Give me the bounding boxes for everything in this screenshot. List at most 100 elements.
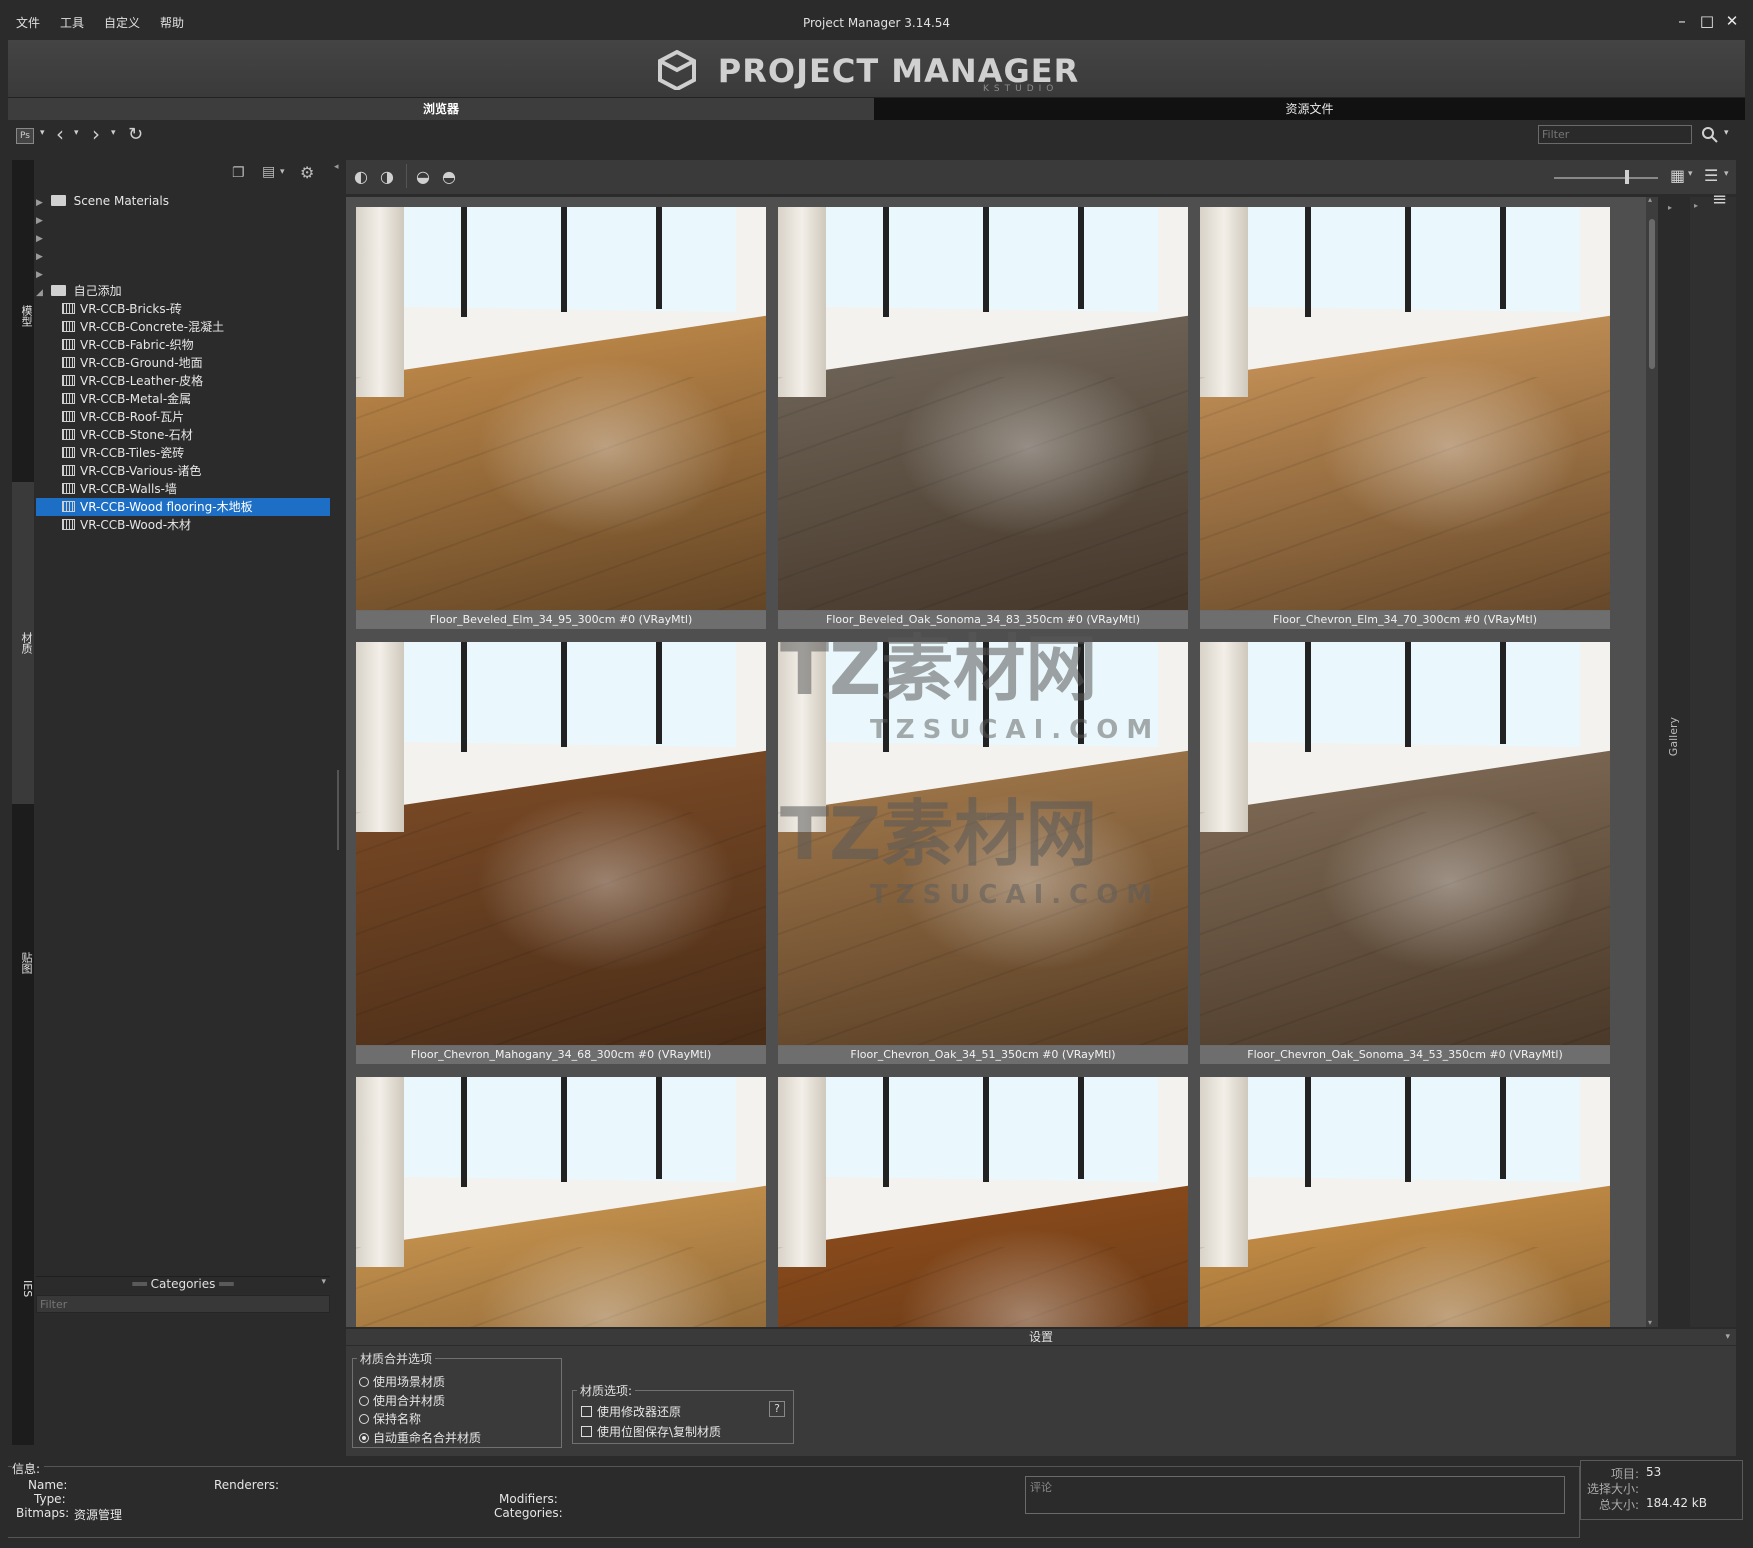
collapse-icon[interactable]: ❐ <box>232 165 245 181</box>
layout-icon[interactable]: ▤ <box>262 164 275 180</box>
side-tab-materials[interactable]: 材质 <box>12 632 34 654</box>
tree-collapsed-node[interactable]: ▶ <box>36 210 43 228</box>
tree-item[interactable]: VR-CCB-Ground-地面 <box>36 354 330 372</box>
checkbox[interactable] <box>581 1426 592 1437</box>
material-thumbnail[interactable]: Floor_Beveled_Elm_34_95_300cm #0 (VRayMt… <box>356 207 766 629</box>
material-thumbnail[interactable]: Floor_Chevron_Elm_34_70_300cm #0 (VRayMt… <box>1200 207 1610 629</box>
total-size-value: 184.42 kB <box>1646 1496 1707 1510</box>
material-thumbnail[interactable] <box>1200 1077 1610 1327</box>
tree-item[interactable]: VR-CCB-Roof-瓦片 <box>36 408 330 426</box>
material-thumbnail[interactable] <box>778 1077 1188 1327</box>
material-thumbnail[interactable]: Floor_Chevron_Oak_Sonoma_34_53_350cm #0 … <box>1200 642 1610 1064</box>
tree-collapsed-node[interactable]: ▶ <box>36 264 43 282</box>
chevron-down-icon[interactable]: ▾ <box>40 128 45 138</box>
tree-root-scene[interactable]: ▶ Scene Materials <box>36 192 169 210</box>
gallery-side-strip[interactable]: ▸ Gallery <box>1662 197 1686 1327</box>
mat-option-0[interactable]: 使用修改器还原 <box>581 1403 681 1420</box>
scrollbar-thumb[interactable] <box>1649 219 1655 369</box>
side-tab-ies[interactable]: IES <box>12 1280 34 1297</box>
tree-item[interactable]: VR-CCB-Fabric-织物 <box>36 336 330 354</box>
close-icon[interactable]: ✕ <box>1722 12 1742 30</box>
side-tab-models[interactable]: 模型 <box>12 305 34 327</box>
tab-browser[interactable]: 浏览器 <box>8 98 874 120</box>
tree-collapsed-node[interactable]: ▶ <box>36 228 43 246</box>
chevron-down-icon[interactable]: ▾ <box>111 128 116 138</box>
checkbox[interactable] <box>581 1406 592 1417</box>
chevron-right-icon[interactable]: ▸ <box>1668 203 1672 212</box>
merge-option-1[interactable]: 使用合并材质 <box>359 1392 445 1409</box>
chevron-right-icon[interactable]: ▶ <box>36 216 43 226</box>
merge-option-2[interactable]: 保持名称 <box>359 1410 421 1427</box>
tree-item[interactable]: VR-CCB-Walls-墙 <box>36 480 330 498</box>
material-thumbnail[interactable]: Floor_Chevron_Oak_34_51_350cm #0 (VRayMt… <box>778 642 1188 1064</box>
categories-filter-input[interactable] <box>36 1295 330 1313</box>
radio-selected[interactable] <box>359 1433 369 1443</box>
photoshop-icon[interactable]: Ps <box>16 128 34 144</box>
chevron-down-icon[interactable]: ▾ <box>1688 169 1693 179</box>
tree-item[interactable]: VR-CCB-Metal-金属 <box>36 390 330 408</box>
comment-field[interactable]: 评论 <box>1025 1476 1565 1514</box>
info-renderers-label: Renderers: <box>214 1478 280 1492</box>
help-button[interactable]: ? <box>769 1401 785 1417</box>
tree-item[interactable]: VR-CCB-Wood flooring-木地板 <box>36 498 330 516</box>
scroll-down-icon[interactable]: ▾ <box>1648 1318 1652 1327</box>
chevron-right-icon[interactable]: ▸ <box>1694 201 1698 210</box>
refresh-icon[interactable]: ↻ <box>128 124 143 145</box>
merge-option-3[interactable]: 自动重命名合并材质 <box>359 1429 481 1446</box>
chevron-down-icon[interactable]: ▾ <box>74 128 79 138</box>
settings-header[interactable]: 设置 ▾ <box>346 1329 1736 1345</box>
apply-selection-icon[interactable]: ◑ <box>380 167 394 186</box>
menu-icon[interactable]: ≡ <box>1712 189 1727 210</box>
gallery-scrollbar[interactable]: ▴ ▾ <box>1646 195 1658 1327</box>
forward-icon[interactable]: › <box>92 122 100 146</box>
chevron-right-icon[interactable]: ▶ <box>36 198 43 208</box>
minimize-icon[interactable]: – <box>1672 12 1692 30</box>
radio[interactable] <box>359 1396 369 1406</box>
tree-item[interactable]: VR-CCB-Wood-木材 <box>36 516 330 534</box>
tree-item[interactable]: VR-CCB-Stone-石材 <box>36 426 330 444</box>
chevron-down-icon[interactable]: ▾ <box>321 1277 326 1287</box>
tree-collapsed-node[interactable]: ▶ <box>36 246 43 264</box>
chevron-right-icon[interactable]: ▶ <box>36 270 43 280</box>
tree-root-custom[interactable]: ◢ 自己添加 <box>36 282 122 300</box>
search-icon[interactable] <box>1701 126 1719 144</box>
zoom-slider-handle[interactable] <box>1625 170 1629 184</box>
material-editor-icon[interactable]: ◒ <box>416 167 430 186</box>
merge-option-0[interactable]: 使用场景材质 <box>359 1373 445 1390</box>
slot-icon[interactable]: ◓ <box>442 167 456 186</box>
gear-icon[interactable]: ⚙ <box>300 163 314 182</box>
scroll-up-icon[interactable]: ▴ <box>1648 195 1652 204</box>
material-thumbnail[interactable] <box>356 1077 766 1327</box>
apply-material-icon[interactable]: ◐ <box>354 167 368 186</box>
sort-icon[interactable]: ☰ <box>1704 166 1718 185</box>
tab-assets[interactable]: 资源文件 <box>874 98 1745 120</box>
chevron-down-icon[interactable]: ▾ <box>1725 1329 1730 1345</box>
radio[interactable] <box>359 1414 369 1424</box>
chevron-down-icon[interactable]: ▾ <box>280 167 285 177</box>
tree-item[interactable]: VR-CCB-Bricks-砖 <box>36 300 330 318</box>
gallery-grid: Floor_Beveled_Elm_34_95_300cm #0 (VRayMt… <box>346 197 1658 1327</box>
zoom-slider[interactable] <box>1554 177 1658 179</box>
radio[interactable] <box>359 1377 369 1387</box>
mat-option-1[interactable]: 使用位图保存\复制材质 <box>581 1423 721 1440</box>
search-input[interactable] <box>1538 125 1692 144</box>
maximize-icon[interactable]: □ <box>1697 12 1717 30</box>
back-icon[interactable]: ‹ <box>56 122 64 146</box>
tree-item[interactable]: VR-CCB-Various-诸色 <box>36 462 330 480</box>
chevron-right-icon[interactable]: ▶ <box>36 252 43 262</box>
splitter-grip[interactable] <box>337 770 339 850</box>
material-thumbnail[interactable]: Floor_Chevron_Mahogany_34_68_300cm #0 (V… <box>356 642 766 1064</box>
tree-item[interactable]: VR-CCB-Concrete-混凝土 <box>36 318 330 336</box>
grid-view-icon[interactable]: ▦ <box>1670 166 1685 185</box>
categories-header[interactable]: ══ Categories ══ ▾ <box>36 1276 330 1292</box>
chevron-right-icon[interactable]: ▶ <box>36 234 43 244</box>
chevron-down-icon[interactable]: ▾ <box>1724 169 1729 179</box>
tree-item[interactable]: VR-CCB-Leather-皮格 <box>36 372 330 390</box>
chevron-down-icon[interactable]: ▾ <box>1724 128 1729 138</box>
tree-item[interactable]: VR-CCB-Tiles-瓷砖 <box>36 444 330 462</box>
chevron-left-icon[interactable]: ◂ <box>334 162 339 172</box>
chevron-down-icon[interactable]: ◢ <box>36 288 43 298</box>
side-tab-maps[interactable]: 贴图 <box>12 952 34 974</box>
material-thumbnail[interactable]: Floor_Beveled_Oak_Sonoma_34_83_350cm #0 … <box>778 207 1188 629</box>
splitter[interactable]: ◂ <box>334 160 342 1445</box>
